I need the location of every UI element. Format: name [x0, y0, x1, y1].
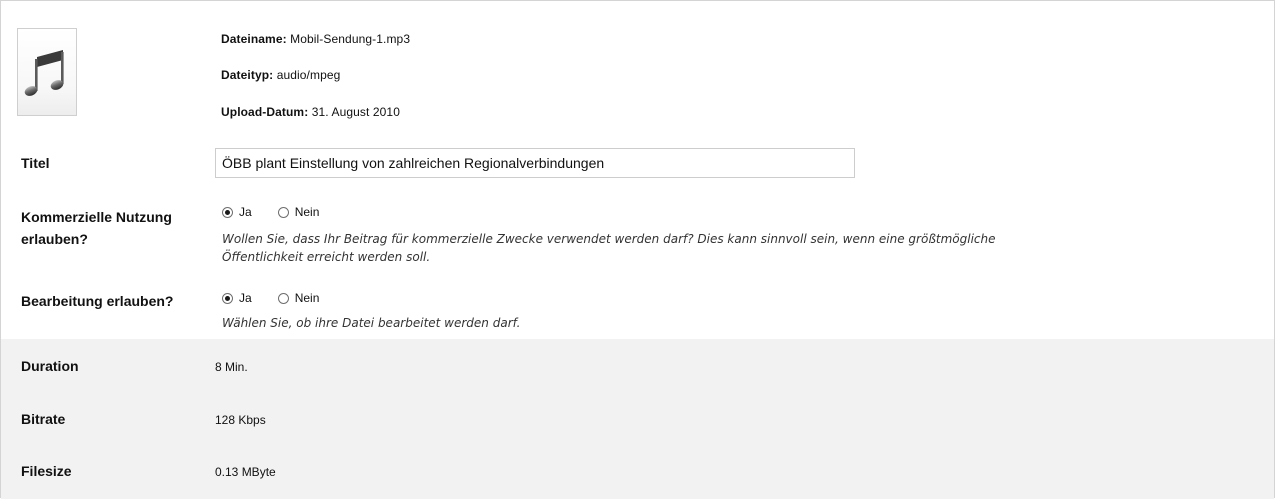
file-name-row: Dateiname: Mobil-Sendung-1.mp3: [221, 32, 410, 46]
commercial-use-no-radio[interactable]: [277, 206, 289, 218]
file-name-label: Dateiname:: [221, 32, 287, 46]
editing-allowed-yes-radio[interactable]: [222, 292, 233, 304]
bitrate-value: 128 Kbps: [215, 413, 266, 427]
file-type-value: audio/mpeg: [276, 68, 341, 82]
editing-allowed-no-label[interactable]: Nein: [295, 291, 320, 305]
commercial-use-yes-radio[interactable]: [222, 206, 233, 218]
editing-allowed-label: Bearbeitung erlauben?: [21, 293, 174, 309]
file-type-row: Dateityp: audio/mpeg: [221, 68, 340, 82]
editing-allowed-hint: Wählen Sie, ob ihre Datei bearbeitet wer…: [222, 316, 521, 330]
bitrate-label: Bitrate: [21, 411, 66, 427]
upload-date-row: Upload-Datum: 31. August 2010: [221, 105, 400, 119]
commercial-use-label-line1: Kommerzielle Nutzung: [21, 209, 172, 225]
commercial-use-label: Kommerzielle Nutzung erlauben?: [21, 206, 172, 250]
file-properties-section: [1, 339, 1274, 499]
commercial-use-hint: Wollen Sie, dass Ihr Beitrag für kommerz…: [222, 230, 1262, 266]
editing-allowed-yes-label[interactable]: Ja: [239, 291, 252, 305]
editing-allowed-no-radio[interactable]: [277, 292, 289, 304]
duration-value: 8 Min.: [215, 360, 248, 374]
commercial-use-no-option[interactable]: Nein: [277, 205, 320, 219]
title-label: Titel: [21, 155, 50, 171]
file-type-label: Dateityp:: [221, 68, 274, 82]
filesize-value: 0.13 MByte: [215, 465, 276, 479]
upload-date-value: 31. August 2010: [311, 105, 400, 119]
commercial-use-no-label[interactable]: Nein: [295, 205, 320, 219]
commercial-use-radio-group: Ja Nein: [222, 205, 319, 219]
upload-date-label: Upload-Datum:: [221, 105, 309, 119]
audio-file-thumbnail: [17, 28, 77, 116]
commercial-use-hint-line1: Wollen Sie, dass Ihr Beitrag für kommerz…: [222, 232, 996, 246]
commercial-use-label-line2: erlauben?: [21, 231, 88, 247]
commercial-use-yes-label[interactable]: Ja: [239, 205, 252, 219]
editing-allowed-yes-option[interactable]: Ja: [222, 291, 252, 305]
editing-allowed-radio-group: Ja Nein: [222, 291, 319, 305]
editing-allowed-no-option[interactable]: Nein: [277, 291, 320, 305]
commercial-use-yes-option[interactable]: Ja: [222, 205, 252, 219]
filesize-label: Filesize: [21, 463, 72, 479]
file-name-value: Mobil-Sendung-1.mp3: [290, 32, 411, 46]
title-input[interactable]: [215, 148, 855, 178]
music-note-icon: [24, 50, 64, 96]
commercial-use-hint-line2: Öffentlichkeit erreicht werden soll.: [222, 250, 431, 264]
duration-label: Duration: [21, 358, 79, 374]
